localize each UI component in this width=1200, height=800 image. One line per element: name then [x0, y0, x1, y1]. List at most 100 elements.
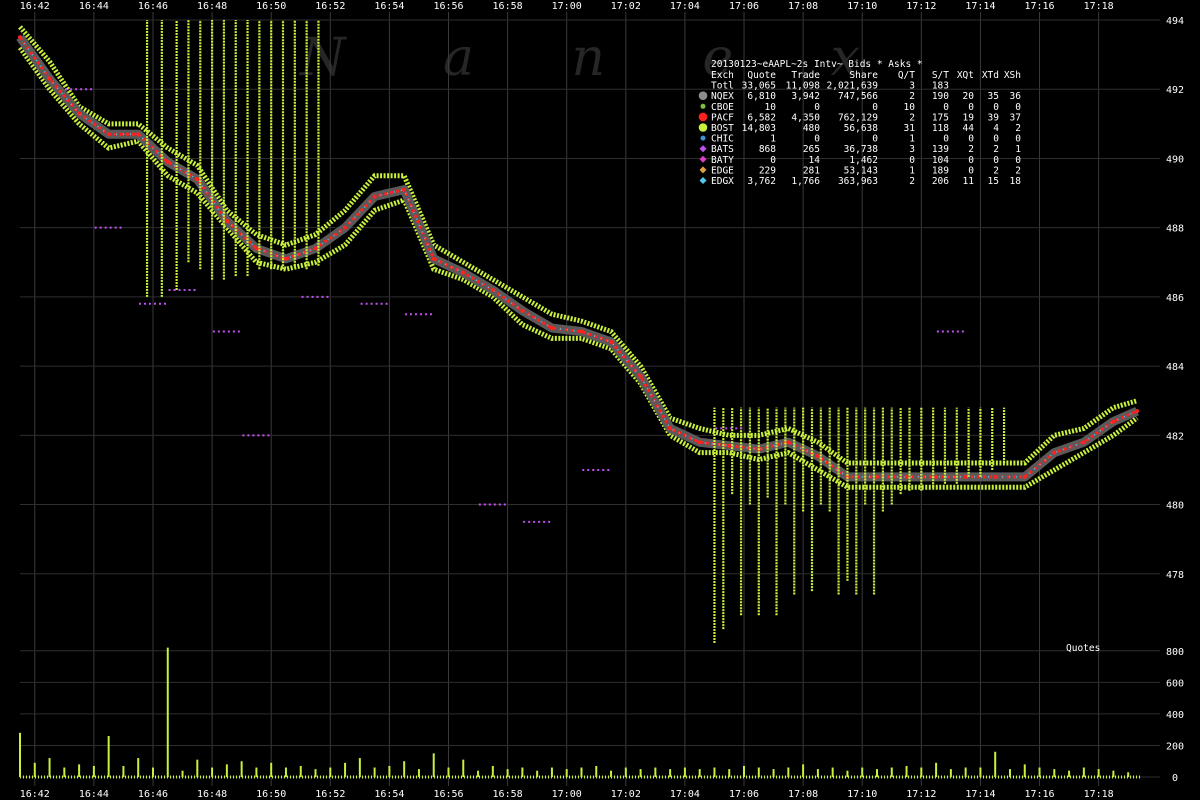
- legend-cell-xsh: 2: [1015, 165, 1021, 176]
- legend-marker-cboe: [700, 103, 706, 109]
- trade-point: [47, 76, 52, 81]
- legend-cell-share: 0: [872, 134, 878, 145]
- price-tick-label: 482: [1166, 431, 1184, 442]
- legend-cell-quote: 3,762: [747, 176, 776, 187]
- trade-point: [313, 246, 318, 251]
- x-tick-label-top: 16:48: [197, 1, 227, 12]
- trade-point: [579, 329, 584, 334]
- legend-column-header: Share: [849, 70, 878, 81]
- trade-point: [697, 440, 702, 445]
- legend-cell-quote: 868: [759, 144, 776, 155]
- trade-point: [1111, 419, 1116, 424]
- trade-point: [461, 270, 466, 275]
- legend-cell-share: 2,021,639: [827, 81, 879, 92]
- legend-cell-qt: 2: [909, 176, 915, 187]
- volume-tick-label: 200: [1166, 741, 1184, 752]
- legend-cell-xsh: 0: [1015, 155, 1021, 166]
- legend-cell-trade: 4,350: [791, 112, 820, 123]
- legend-cell-qt: 1: [909, 165, 915, 176]
- x-tick-label-bottom: 17:00: [552, 789, 582, 800]
- legend-cell-xqt: 20: [963, 91, 975, 102]
- trade-point: [402, 187, 407, 192]
- trade-point: [609, 339, 614, 344]
- trade-point: [520, 308, 525, 313]
- price-tick-label: 492: [1166, 85, 1184, 96]
- x-tick-label-bottom: 16:56: [433, 789, 463, 800]
- trade-point: [934, 474, 939, 479]
- x-tick-label-bottom: 16:42: [20, 789, 50, 800]
- x-tick-label-top: 16:46: [138, 1, 168, 12]
- price-tick-label: 486: [1166, 293, 1184, 304]
- trade-point: [1022, 474, 1027, 479]
- legend-cell-share: 1,462: [849, 155, 878, 166]
- legend-cell-xqt: 44: [963, 123, 975, 134]
- trade-point: [18, 35, 22, 40]
- legend-cell-trade: 265: [803, 144, 820, 155]
- price-tick-label: 480: [1166, 501, 1184, 512]
- legend-cell-st: 139: [932, 144, 949, 155]
- legend-marker-nqex: [698, 91, 708, 100]
- x-tick-label-top: 17:14: [965, 1, 995, 12]
- trade-point: [283, 256, 288, 261]
- legend-cell-xsh: 1: [1015, 144, 1021, 155]
- trade-point: [993, 474, 998, 479]
- legend-cell-exch: PACF: [711, 112, 734, 123]
- legend-cell-qt: 1: [909, 134, 915, 145]
- legend-cell-exch: CHIC: [711, 134, 734, 145]
- trade-point: [874, 474, 879, 479]
- legend-column-header: S/T: [932, 70, 949, 81]
- x-tick-label-top: 17:00: [552, 1, 582, 12]
- legend-cell-trade: 0: [814, 102, 820, 113]
- trade-point: [1052, 450, 1057, 455]
- x-tick-label-top: 16:50: [256, 1, 286, 12]
- x-tick-label-bottom: 17:18: [1084, 789, 1114, 800]
- legend-cell-xtd: 15: [988, 176, 999, 187]
- legend-cell-st: 189: [932, 165, 949, 176]
- legend-cell-qt: 10: [904, 102, 916, 113]
- x-tick-label-bottom: 16:44: [79, 789, 109, 800]
- x-tick-label-bottom: 17:06: [729, 789, 759, 800]
- legend-cell-st: 0: [943, 134, 949, 145]
- legend-column-header: XTd: [982, 70, 999, 81]
- price-tick-label: 494: [1166, 16, 1184, 27]
- legend-cell-qt: 0: [909, 155, 915, 166]
- legend-cell-qt: 2: [909, 112, 915, 123]
- legend-column-header: Exch: [711, 70, 734, 81]
- legend-cell-xsh: 2: [1015, 123, 1021, 134]
- legend-marker-chic: [700, 135, 706, 141]
- trade-point: [1135, 409, 1140, 414]
- legend-cell-st: 0: [943, 102, 949, 113]
- legend-cell-share: 53,143: [844, 165, 878, 176]
- legend-cell-xsh: 0: [1015, 134, 1021, 145]
- trade-point: [1081, 440, 1086, 445]
- volume-tick-label: 400: [1166, 710, 1184, 721]
- legend-cell-share: 56,638: [844, 123, 879, 134]
- x-tick-label-bottom: 17:08: [788, 789, 818, 800]
- x-tick-label-top: 17:18: [1084, 1, 1114, 12]
- legend-cell-trade: 14: [809, 155, 821, 166]
- legend-cell-exch: BATY: [711, 155, 734, 166]
- quotes-label: Quotes: [1066, 643, 1100, 654]
- legend-cell-exch: Totl: [711, 81, 734, 92]
- legend-cell-exch: EDGE: [711, 165, 734, 176]
- x-tick-label-bottom: 17:16: [1024, 789, 1054, 800]
- legend-cell-xqt: 19: [963, 112, 975, 123]
- x-tick-label-top: 16:42: [20, 1, 50, 12]
- legend-cell-quote: 10: [765, 102, 777, 113]
- legend-cell-trade: 1,766: [791, 176, 820, 187]
- legend-cell-quote: 6,810: [747, 91, 776, 102]
- quote-chart: N a n e x 16:4216:4216:4416:4416:4616:46…: [0, 0, 1200, 800]
- trade-point: [195, 177, 200, 182]
- trade-point: [224, 218, 229, 223]
- legend-cell-xqt: 2: [968, 144, 974, 155]
- legend-cell-quote: 6,582: [747, 112, 776, 123]
- legend-cell-exch: BATS: [711, 144, 734, 155]
- x-tick-label-top: 16:44: [79, 1, 109, 12]
- legend-cell-qt: 3: [909, 81, 915, 92]
- trade-point: [165, 159, 170, 164]
- legend-cell-quote: 0: [770, 155, 776, 166]
- price-tick-label: 488: [1166, 224, 1184, 235]
- legend-cell-qt: 31: [904, 123, 916, 134]
- legend-column-header: Quote: [747, 70, 776, 81]
- trade-point: [77, 111, 82, 116]
